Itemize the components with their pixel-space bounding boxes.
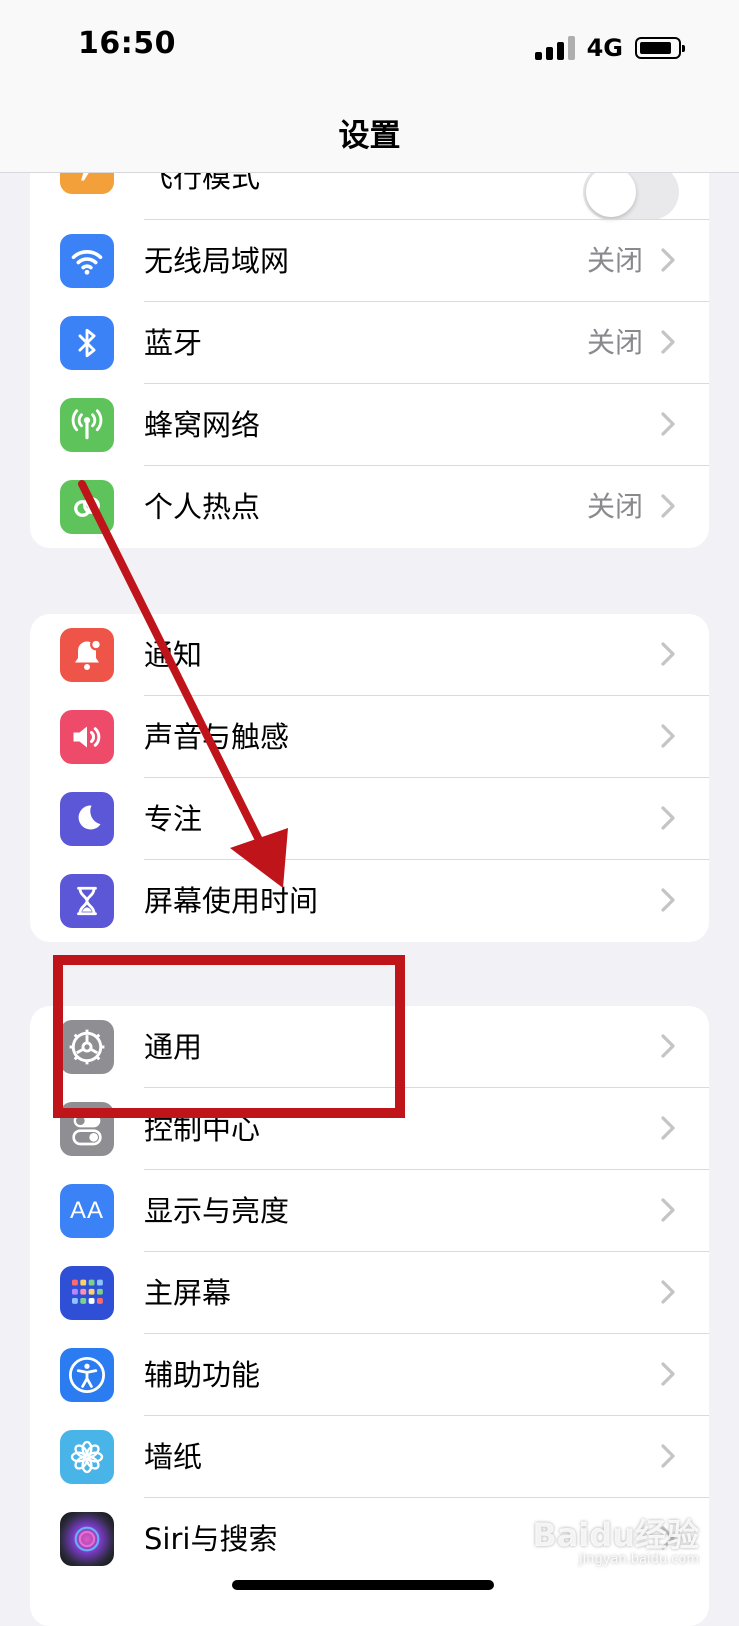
- settings-row-general[interactable]: 通用: [30, 1006, 709, 1088]
- settings-row-label: 辅助功能: [144, 1358, 261, 1392]
- settings-row-control-center[interactable]: 控制中心: [30, 1088, 709, 1170]
- chevron-right-icon: [661, 248, 675, 272]
- siri-orb-icon: [60, 1512, 114, 1566]
- watermark-text: Baidu经验: [532, 1516, 699, 1554]
- gear-icon: [60, 1020, 114, 1074]
- wifi-icon: [60, 234, 114, 288]
- settings-row-label: 控制中心: [144, 1112, 261, 1146]
- page-title: 设置: [338, 118, 401, 154]
- chevron-right-icon: [661, 1034, 675, 1058]
- home-indicator[interactable]: [232, 1580, 494, 1590]
- flower-icon: [60, 1430, 114, 1484]
- chevron-right-icon: [661, 806, 675, 830]
- settings-row-label: 专注: [144, 802, 203, 836]
- settings-row-hotspot[interactable]: 个人热点 关闭: [30, 466, 709, 548]
- settings-row-label: 主屏幕: [144, 1276, 232, 1310]
- watermark-logo: Baidu经验 jingyan.baidu.com: [532, 1510, 699, 1567]
- chevron-right-icon: [661, 1362, 675, 1386]
- settings-row-cellular[interactable]: 蜂窝网络: [30, 384, 709, 466]
- network-type: 4G: [586, 34, 623, 62]
- settings-row-home-screen[interactable]: 主屏幕: [30, 1252, 709, 1334]
- top-bar: 16:50 4G 设置: [0, 0, 739, 173]
- text-size-icon: AA: [60, 1184, 114, 1238]
- settings-row-label: Siri与搜索: [144, 1522, 278, 1556]
- settings-row-focus[interactable]: 专注: [30, 778, 709, 860]
- settings-row-label: 通知: [144, 638, 203, 672]
- hourglass-icon: [60, 874, 114, 928]
- settings-row-accessibility[interactable]: 辅助功能: [30, 1334, 709, 1416]
- settings-row-label: 声音与触感: [144, 720, 290, 754]
- settings-row-wifi[interactable]: 无线局域网 关闭: [30, 220, 709, 302]
- settings-row-label: 显示与亮度: [144, 1194, 290, 1228]
- settings-row-label: 屏幕使用时间: [144, 884, 319, 918]
- cellular-antenna-icon: [60, 398, 114, 452]
- speaker-icon: [60, 710, 114, 764]
- moon-icon: [60, 792, 114, 846]
- settings-row-value: 关闭: [586, 244, 643, 277]
- status-indicators: 4G: [534, 34, 685, 62]
- settings-row-label: 墙纸: [144, 1440, 203, 1474]
- settings-row-label: 个人热点: [144, 490, 261, 524]
- chevron-right-icon: [661, 1116, 675, 1140]
- hotspot-icon: [60, 480, 114, 534]
- settings-row-label: 通用: [144, 1030, 203, 1064]
- chevron-right-icon: [661, 888, 675, 912]
- display-icon-text: AA: [69, 1197, 104, 1224]
- chevron-right-icon: [661, 642, 675, 666]
- chevron-right-icon: [661, 494, 675, 518]
- chevron-right-icon: [661, 1444, 675, 1468]
- app-grid-icon: [60, 1266, 114, 1320]
- chevron-right-icon: [661, 1280, 675, 1304]
- settings-row-sounds[interactable]: 声音与触感: [30, 696, 709, 778]
- bluetooth-icon: [60, 316, 114, 370]
- settings-row-screen-time[interactable]: 屏幕使用时间: [30, 860, 709, 942]
- settings-row-label: 蓝牙: [144, 326, 203, 360]
- chevron-right-icon: [661, 1198, 675, 1222]
- status-time: 16:50: [78, 26, 176, 61]
- chevron-right-icon: [661, 724, 675, 748]
- connectivity-group: 飞行模式 无线局域网 关闭 蓝牙 关闭 蜂窝网络 个人热点 关闭: [30, 140, 709, 548]
- settings-row-display[interactable]: AA 显示与亮度: [30, 1170, 709, 1252]
- settings-row-label: 无线局域网: [144, 244, 290, 278]
- chevron-right-icon: [661, 330, 675, 354]
- settings-row-value: 关闭: [586, 490, 643, 523]
- battery-icon: [635, 37, 685, 59]
- toggles-icon: [60, 1102, 114, 1156]
- settings-row-bluetooth[interactable]: 蓝牙 关闭: [30, 302, 709, 384]
- notifications-group: 通知 声音与触感 专注 屏幕使用时间: [30, 614, 709, 942]
- settings-row-wallpaper[interactable]: 墙纸: [30, 1416, 709, 1498]
- settings-row-value: 关闭: [586, 326, 643, 359]
- settings-row-label: 蜂窝网络: [144, 408, 261, 442]
- bell-icon: [60, 628, 114, 682]
- watermark-subtext: jingyan.baidu.com: [579, 1552, 699, 1567]
- accessibility-person-icon: [60, 1348, 114, 1402]
- cellular-signal-icon: [534, 36, 575, 60]
- settings-row-notifications[interactable]: 通知: [30, 614, 709, 696]
- chevron-right-icon: [661, 412, 675, 436]
